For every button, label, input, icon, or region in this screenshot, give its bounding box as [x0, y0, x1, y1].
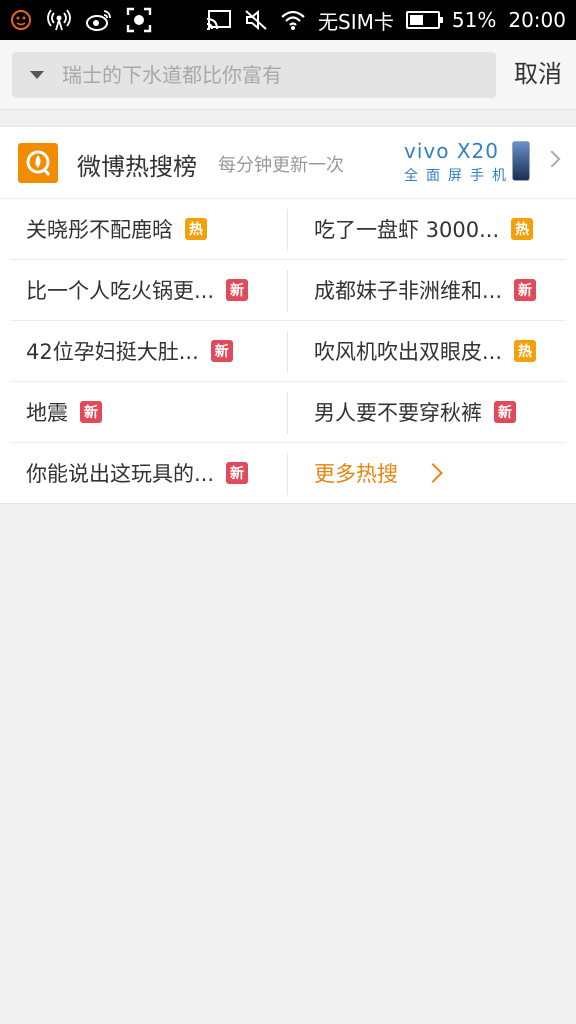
- divider: [287, 209, 288, 251]
- hot-topic-item[interactable]: 成都妹子非洲维和... 新: [314, 260, 554, 320]
- hot-search-header[interactable]: 微博热搜榜 每分钟更新一次 vivo X20 全面屏手机: [0, 127, 576, 199]
- hot-topic-item[interactable]: 吃了一盘虾 3000... 热: [314, 199, 554, 259]
- ad-tagline: 全面屏手机: [404, 168, 514, 184]
- table-row: 你能说出这玩具的... 新 更多热搜: [0, 443, 576, 504]
- new-badge: 新: [494, 401, 516, 423]
- new-badge: 新: [80, 401, 102, 423]
- battery-level: [409, 15, 423, 25]
- phone-image: [512, 141, 530, 181]
- chevron-right-icon: [423, 463, 443, 483]
- status-bar: 无SIM卡 51% 20:00: [0, 0, 576, 40]
- clock: 20:00: [508, 8, 566, 32]
- new-badge: 新: [226, 462, 249, 484]
- notification-icons: [10, 0, 152, 40]
- new-badge: 新: [210, 340, 233, 362]
- hot-search-logo-icon: [18, 143, 58, 183]
- hot-topic-item[interactable]: 你能说出这玩具的... 新: [26, 443, 276, 503]
- search-header: 取消: [0, 40, 576, 110]
- wifi-icon: [280, 9, 306, 31]
- mute-icon: [244, 9, 268, 31]
- more-hot-searches-link[interactable]: 更多热搜: [314, 443, 554, 503]
- hot-badge: 热: [185, 218, 207, 240]
- divider: [287, 453, 288, 495]
- hot-topic-item[interactable]: 比一个人吃火锅更... 新: [26, 260, 276, 320]
- more-hot-searches-label: 更多热搜: [314, 462, 398, 486]
- chevron-right-icon[interactable]: [543, 150, 561, 168]
- topic-text: 男人要不要穿秋裤: [314, 401, 482, 425]
- topic-text: 你能说出这玩具的...: [26, 462, 215, 486]
- ad-banner[interactable]: vivo X20 全面屏手机: [404, 139, 534, 187]
- weibo-icon: [86, 9, 112, 31]
- topic-text: 42位孕妇挺大肚...: [26, 340, 199, 364]
- cancel-button[interactable]: 取消: [514, 54, 562, 89]
- cast-icon: [206, 9, 232, 31]
- table-row: 42位孕妇挺大肚... 新 吹风机吹出双眼皮... 热: [0, 321, 576, 382]
- divider: [287, 331, 288, 373]
- hot-topic-item[interactable]: 关晓彤不配鹿晗 热: [26, 199, 276, 259]
- search-type-dropdown-icon[interactable]: [30, 71, 44, 79]
- table-row: 地震 新 男人要不要穿秋裤 新: [0, 382, 576, 443]
- topic-text: 吹风机吹出双眼皮...: [314, 340, 503, 364]
- new-badge: 新: [514, 279, 537, 301]
- divider: [287, 270, 288, 312]
- app-notification-icon: [10, 9, 32, 31]
- screenshot-icon: [126, 7, 152, 33]
- hot-search-title: 微博热搜榜: [77, 153, 197, 181]
- hot-search-card: 微博热搜榜 每分钟更新一次 vivo X20 全面屏手机 关晓彤不配鹿晗 热 吃…: [0, 126, 576, 504]
- search-input[interactable]: [62, 63, 442, 87]
- divider: [287, 392, 288, 434]
- hot-topic-item[interactable]: 地震 新: [26, 382, 276, 442]
- hot-badge: 热: [514, 340, 537, 362]
- topic-text: 比一个人吃火锅更...: [26, 279, 215, 303]
- hot-topic-item[interactable]: 吹风机吹出双眼皮... 热: [314, 321, 554, 381]
- hotspot-icon: [46, 9, 72, 31]
- topic-text: 吃了一盘虾 3000...: [314, 218, 500, 242]
- topic-text: 关晓彤不配鹿晗: [26, 218, 173, 242]
- table-row: 关晓彤不配鹿晗 热 吃了一盘虾 3000... 热: [0, 199, 576, 260]
- hot-search-subtitle: 每分钟更新一次: [218, 155, 344, 176]
- topic-text: 成都妹子非洲维和...: [314, 279, 503, 303]
- table-row: 比一个人吃火锅更... 新 成都妹子非洲维和... 新: [0, 260, 576, 321]
- system-icons: 无SIM卡 51% 20:00: [206, 0, 566, 40]
- carrier-label: 无SIM卡: [318, 9, 394, 34]
- battery-percent: 51%: [451, 8, 497, 32]
- hot-badge: 热: [511, 218, 534, 240]
- search-box[interactable]: [12, 52, 496, 98]
- hot-topic-item[interactable]: 男人要不要穿秋裤 新: [314, 382, 554, 442]
- topic-text: 地震: [26, 401, 68, 425]
- ad-brand: vivo X20: [404, 139, 499, 163]
- new-badge: 新: [226, 279, 249, 301]
- hot-topic-item[interactable]: 42位孕妇挺大肚... 新: [26, 321, 276, 381]
- battery-icon: [405, 11, 443, 29]
